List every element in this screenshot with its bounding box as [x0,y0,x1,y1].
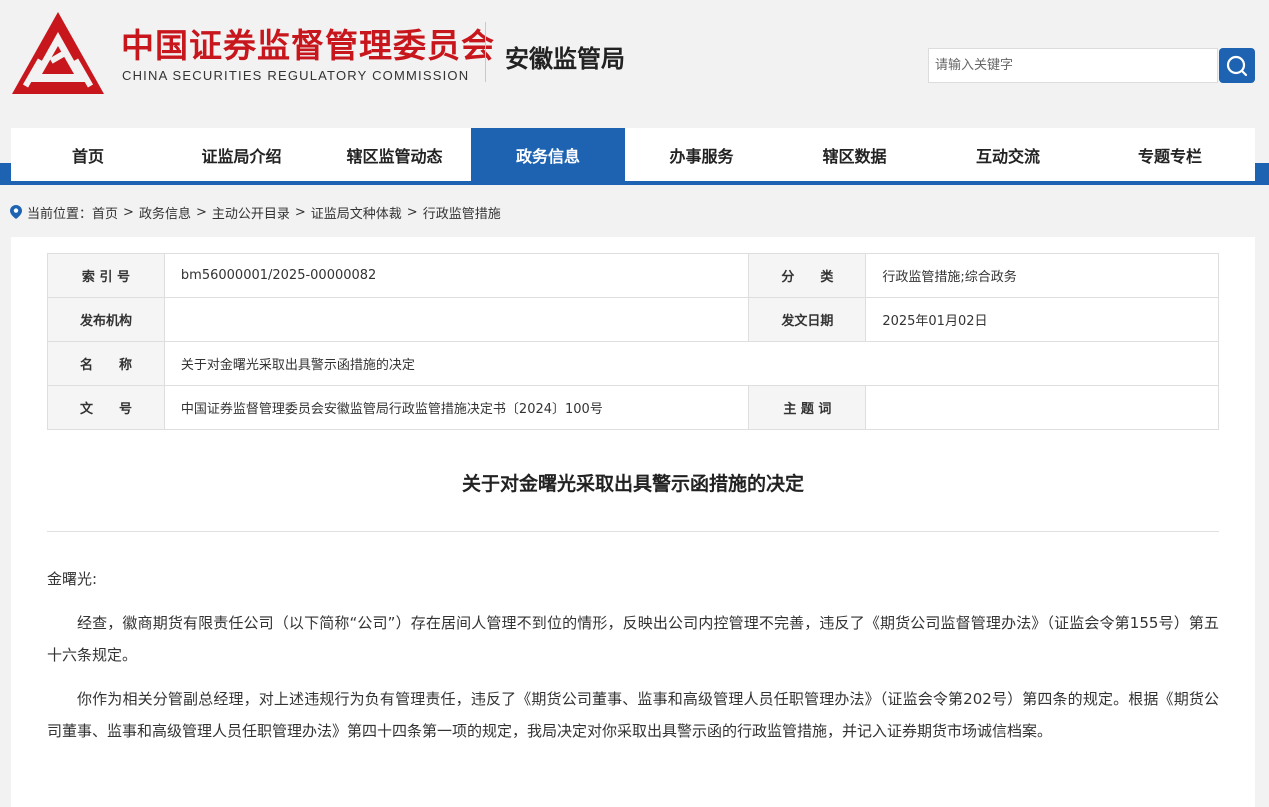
csrc-logo[interactable] [10,10,106,96]
document-meta-table: 索 引 号 bm56000001/2025-00000082 分 类 行政监管措… [47,253,1220,430]
breadcrumb-admin-measures[interactable]: 行政监管措施 [423,203,501,222]
body-paragraph: 经查，徽商期货有限责任公司（以下简称“公司”）存在居间人管理不到位的情形，反映出… [47,614,1219,664]
body-paragraph: 你作为相关分管副总经理，对上述违规行为负有管理责任，违反了《期货公司董事、监事和… [47,690,1219,740]
category-label: 分 类 [748,253,867,298]
search-icon [1226,55,1248,76]
breadcrumb-separator: > [294,204,306,220]
nav-bureau-intro[interactable]: 证监局介绍 [165,128,318,181]
site-header: 中国证券监督管理委员会 CHINA SECURITIES REGULATORY … [0,0,1269,128]
nav-interaction[interactable]: 互动交流 [931,128,1085,181]
issuer-label: 发布机构 [47,297,165,342]
content-panel: 索 引 号 bm56000001/2025-00000082 分 类 行政监管措… [11,237,1255,807]
document-title: 关于对金曙光采取出具警示函措施的决定 [461,473,804,495]
logo-divider [485,22,486,82]
index-value: bm56000001/2025-00000082 [163,253,750,298]
meta-row: 名 称 关于对金曙光采取出具警示函措施的决定 [47,341,1220,386]
breadcrumb-gov-info[interactable]: 政务信息 [139,203,191,222]
date-label: 发文日期 [748,297,867,342]
breadcrumb-home[interactable]: 首页 [92,203,118,222]
main-nav: 首页 证监局介绍 辖区监管动态 政务信息 办事服务 辖区数据 互动交流 专题专栏 [11,128,1255,181]
search-box [928,48,1218,83]
breadcrumb-doc-genre[interactable]: 证监局文种体裁 [311,203,402,222]
org-name-cn: 中国证券监督管理委员会 [121,26,495,65]
salutation: 金曙光: [47,570,98,588]
subject-value [865,385,1219,430]
subject-label: 主 题 词 [748,385,867,430]
document-body: 金曙光: 经查，徽商期货有限责任公司（以下简称“公司”）存在居间人管理不到位的情… [47,563,1219,759]
meta-row: 文 号 中国证券监督管理委员会安徽监管局行政监管措施决定书〔2024〕100号 … [47,385,1219,430]
breadcrumb-separator: > [195,204,207,220]
meta-row: 索 引 号 bm56000001/2025-00000082 分 类 行政监管措… [47,253,1219,298]
org-name-en: CHINA SECURITIES REGULATORY COMMISSION [122,68,470,83]
issuer-value [163,297,750,342]
nav-home[interactable]: 首页 [11,128,165,181]
search-input[interactable] [929,49,1217,82]
bureau-name: 安徽监管局 [505,45,625,73]
date-value: 2025年01月02日 [865,297,1219,342]
nav-regional-news[interactable]: 辖区监管动态 [318,128,471,181]
nav-government-info[interactable]: 政务信息 [471,128,625,181]
breadcrumb-separator: > [406,204,418,220]
docno-value: 中国证券监督管理委员会安徽监管局行政监管措施决定书〔2024〕100号 [163,385,750,430]
index-label: 索 引 号 [47,253,165,298]
breadcrumb-separator: > [123,204,134,220]
docno-label: 文 号 [47,385,165,430]
location-pin-icon [10,205,22,219]
title-divider [47,531,1219,532]
nav-special-topics[interactable]: 专题专栏 [1085,128,1255,181]
nav-services[interactable]: 办事服务 [625,128,778,181]
category-value: 行政监管措施;综合政务 [865,253,1219,298]
meta-row: 发布机构 发文日期 2025年01月02日 [47,297,1219,342]
search-button[interactable] [1219,48,1255,83]
name-label: 名 称 [47,341,165,386]
nav-regional-data[interactable]: 辖区数据 [778,128,931,181]
breadcrumb-prefix: 当前位置： [27,206,93,222]
breadcrumb: 当前位置： 首页 > 政务信息 > 主动公开目录 > 证监局文种体裁 > 行政监… [10,202,501,222]
breadcrumb-public-catalog[interactable]: 主动公开目录 [212,203,290,222]
name-value: 关于对金曙光采取出具警示函措施的决定 [163,341,1220,386]
